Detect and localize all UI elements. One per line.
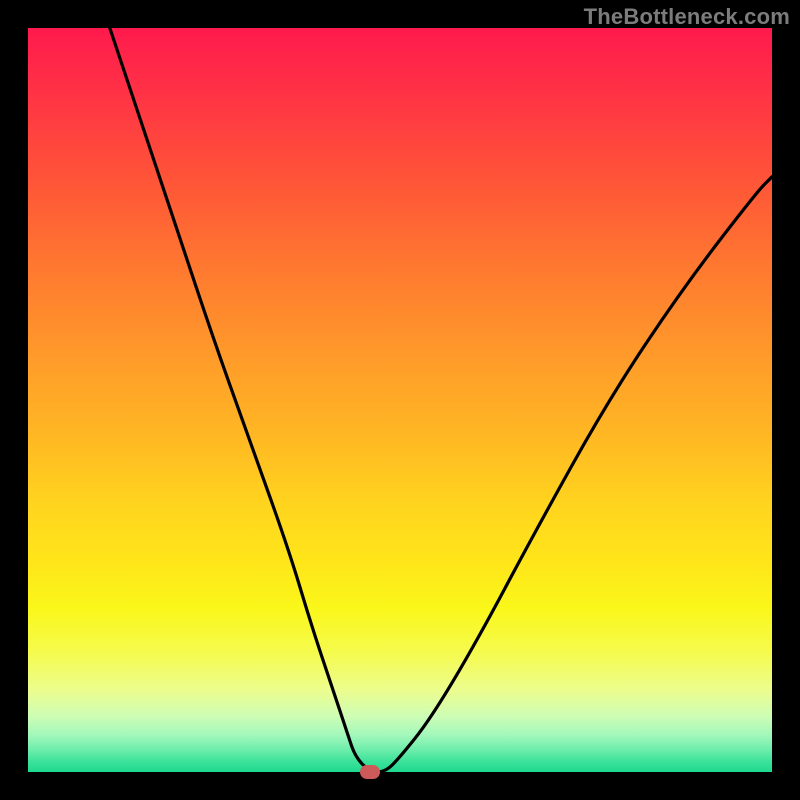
bottleneck-curve: [28, 28, 772, 772]
watermark: TheBottleneck.com: [584, 4, 790, 30]
curve-path: [110, 28, 772, 772]
chart-frame: TheBottleneck.com: [0, 0, 800, 800]
plot-area: [28, 28, 772, 772]
optimal-marker: [360, 765, 380, 779]
